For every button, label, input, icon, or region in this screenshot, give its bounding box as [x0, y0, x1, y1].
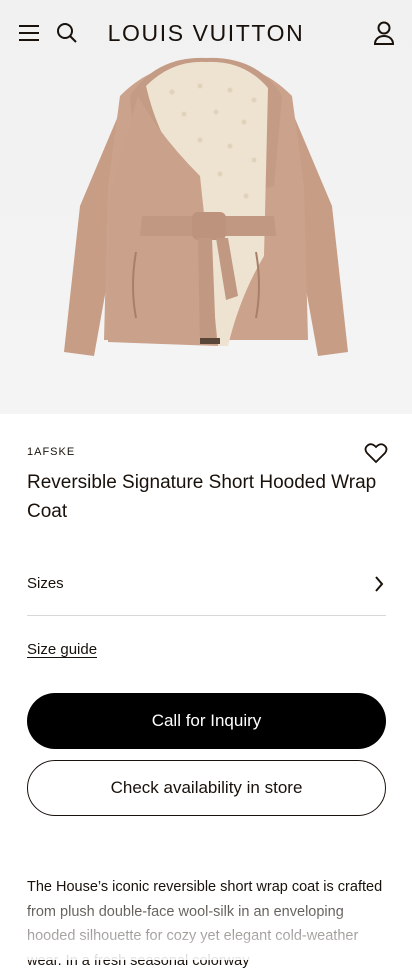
product-title: Reversible Signature Short Hooded Wrap C… [27, 472, 377, 522]
product-image-area: LOUIS VUITTON [0, 0, 412, 414]
brand-logo[interactable]: LOUIS VUITTON [0, 20, 412, 46]
sizes-selector[interactable]: Sizes [27, 568, 386, 616]
product-image[interactable] [60, 56, 352, 360]
wishlist-heart-icon[interactable] [364, 442, 390, 466]
call-for-inquiry-button[interactable]: Call for Inquiry [27, 693, 386, 749]
account-icon[interactable] [371, 20, 397, 46]
sizes-label: Sizes [27, 575, 64, 592]
product-sku: 1AFSKE [27, 446, 76, 458]
check-availability-button[interactable]: Check availability in store [27, 760, 386, 816]
chevron-right-icon [375, 576, 384, 592]
size-guide-link[interactable]: Size guide [27, 641, 97, 658]
description-fade-overlay [0, 900, 412, 960]
top-navigation: LOUIS VUITTON [0, 0, 412, 66]
